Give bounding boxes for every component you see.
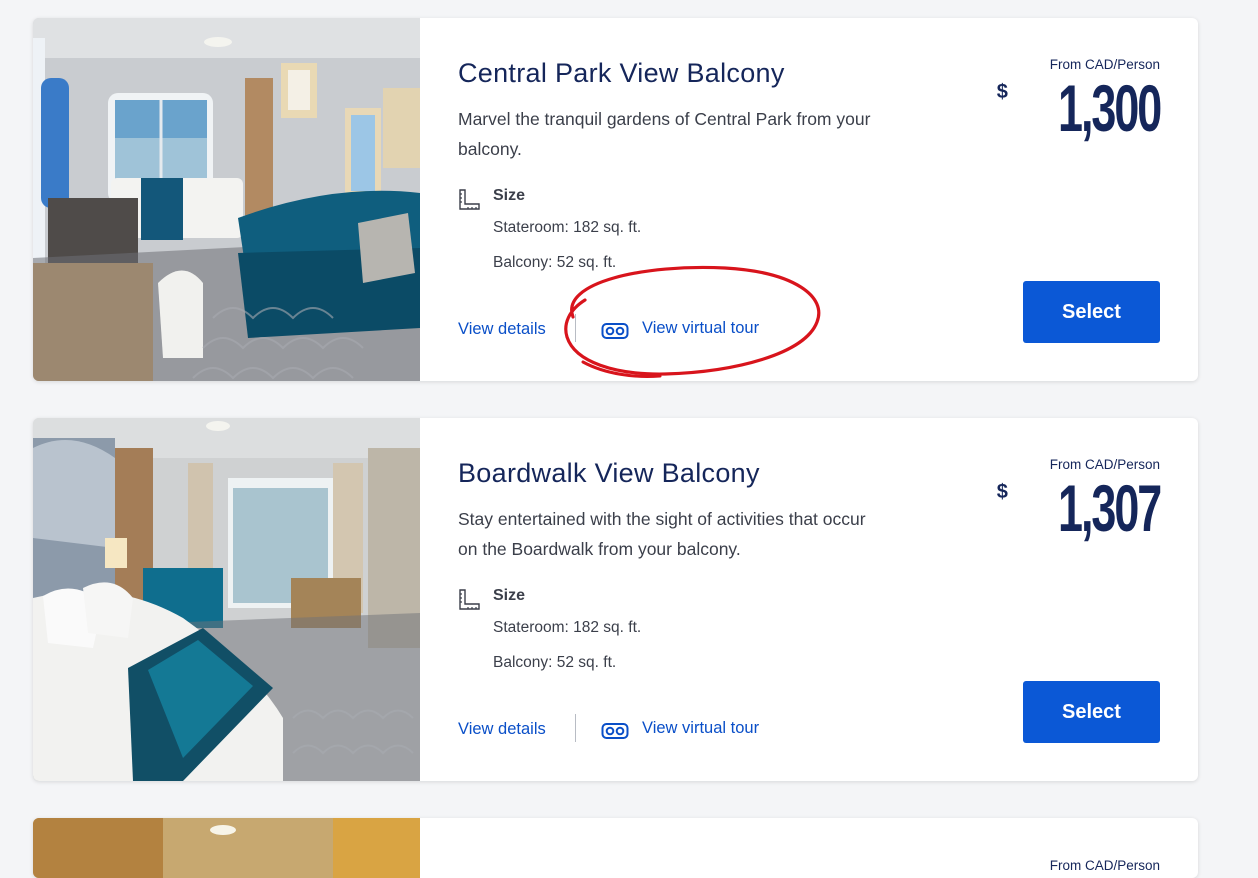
view-details-link[interactable]: View details [458,320,546,339]
room-description: Stay entertained with the sight of activ… [458,509,866,559]
room-title: Central Park View Balcony [458,58,785,88]
price-amount: 1,300 [1057,71,1162,145]
room-description: Marvel the tranquil gardens of Central P… [458,109,871,159]
room-card-partial: From CAD/Person [33,818,1198,878]
currency-symbol: $ [996,81,1008,103]
stateroom-photo-image [33,818,420,878]
balcony-size: Balcony: 52 sq. ft. [493,254,617,271]
price-label: From CAD/Person [1049,457,1160,472]
view-details-link[interactable]: View details [458,720,546,739]
stateroom-size: Stateroom: 182 sq. ft. [493,219,642,236]
stateroom-size: Stateroom: 182 sq. ft. [493,619,642,636]
room-photo[interactable] [33,418,420,781]
room-card-boardwalk: Boardwalk View Balcony Stay entertained … [33,418,1198,781]
view-virtual-tour-link[interactable]: View virtual tour [642,719,759,738]
vr-goggles-icon[interactable] [601,321,629,341]
size-label: Size [493,587,526,604]
currency-symbol: $ [996,481,1008,503]
size-ruler-icon [459,189,480,210]
room-card-central-park: Central Park View Balcony Marvel the tra… [33,18,1198,381]
price-label: From CAD/Person [1049,57,1160,72]
room-title: Boardwalk View Balcony [458,458,760,488]
view-virtual-tour-link[interactable]: View virtual tour [642,319,759,338]
room-photo[interactable] [33,18,420,381]
link-divider [575,314,576,342]
price: $1,307 [996,471,1162,545]
stateroom-photo-image [33,18,420,381]
price: $1,300 [996,71,1162,145]
link-divider [575,714,576,742]
balcony-size: Balcony: 52 sq. ft. [493,654,617,671]
select-button[interactable]: Select [1023,681,1160,743]
size-ruler-icon [459,589,480,610]
size-label: Size [493,187,526,204]
price-label: From CAD/Person [1049,858,1160,873]
vr-goggles-icon[interactable] [601,721,629,741]
stateroom-photo-image [33,418,420,781]
select-button[interactable]: Select [1023,281,1160,343]
room-photo[interactable] [33,818,420,878]
price-amount: 1,307 [1057,471,1162,545]
